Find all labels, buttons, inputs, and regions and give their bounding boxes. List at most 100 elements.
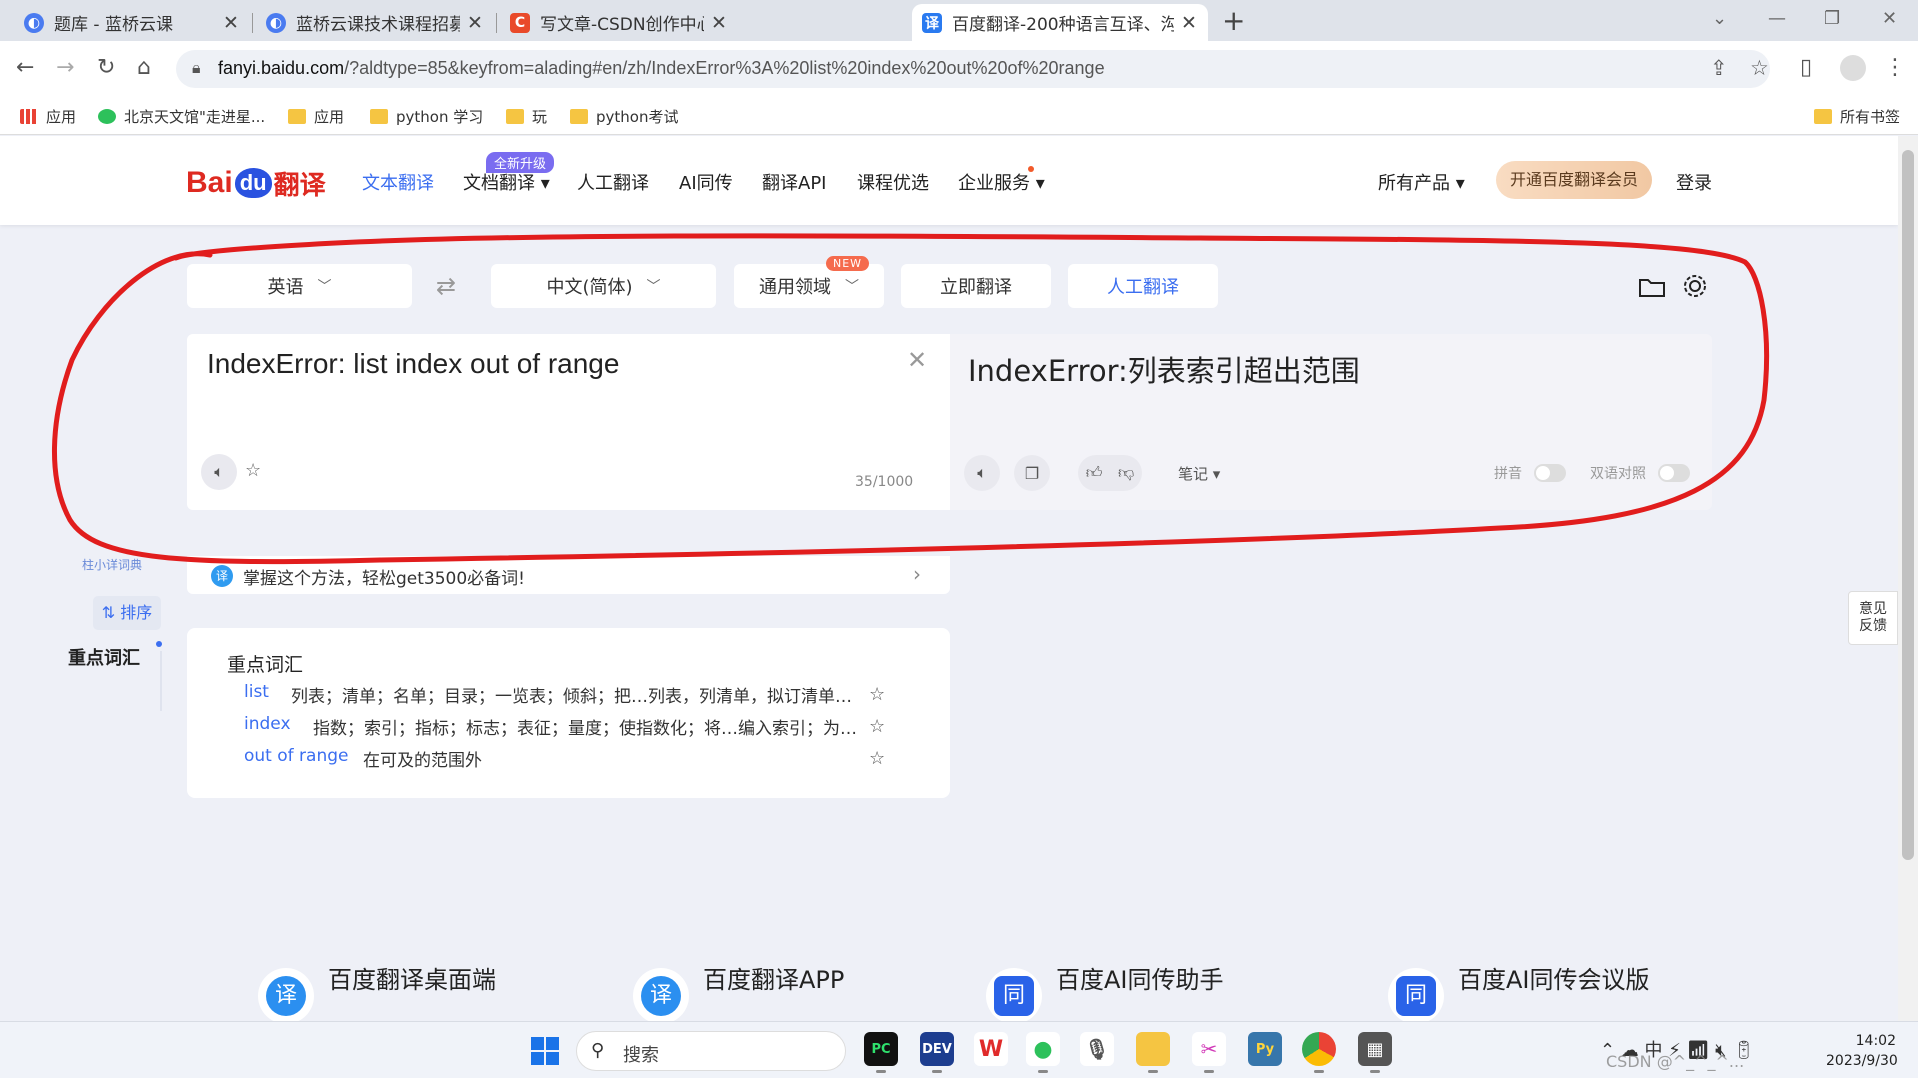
devcpp-icon[interactable]: DEV	[920, 1032, 954, 1073]
login-link[interactable]: 登录	[1676, 169, 1712, 195]
baidu-translate-logo[interactable]: Bai du 翻译	[186, 158, 326, 208]
star-icon[interactable]: ☆	[869, 748, 885, 769]
char-count: 35/1000	[855, 474, 914, 490]
sort-button[interactable]: ⇅ 排序	[93, 596, 161, 630]
app-mobile[interactable]: 译 百度翻译APP	[633, 966, 844, 1024]
menu-icon[interactable]: ⋮	[1884, 55, 1906, 81]
side-panel-icon[interactable]: ▯	[1800, 55, 1812, 81]
nav-enterprise[interactable]: 企业服务 ▾	[958, 169, 1045, 195]
vocab-word[interactable]: list	[244, 682, 269, 702]
translate-now-button[interactable]: 立即翻译	[901, 264, 1051, 308]
pycharm-icon[interactable]: PC	[864, 1032, 898, 1073]
vip-button[interactable]: 开通百度翻译会员	[1496, 161, 1652, 199]
app-desktop[interactable]: 译 百度翻译桌面端	[258, 966, 496, 1024]
all-bookmarks[interactable]: 所有书签	[1814, 106, 1900, 127]
back-icon[interactable]: ←	[16, 55, 34, 81]
swap-languages-icon[interactable]: ⇄	[436, 272, 456, 300]
nav-ai-interpret[interactable]: AI同传	[679, 169, 733, 195]
dictionary-link[interactable]: 柱小详词典	[82, 556, 142, 573]
snipping-tool-icon[interactable]: ✂	[1192, 1032, 1226, 1073]
target-language-select[interactable]: 中文(简体) ﹀	[491, 264, 716, 308]
promo-tip-text[interactable]: 掌握这个方法，轻松get3500必备词!	[243, 564, 525, 589]
windows-start-icon[interactable]	[530, 1036, 560, 1066]
url-text[interactable]: fanyi.baidu.com/?aldtype=85&keyfrom=alad…	[218, 58, 1105, 79]
star-icon[interactable]: ☆	[869, 716, 885, 737]
page-scrollbar[interactable]	[1898, 136, 1918, 1021]
gear-icon[interactable]	[1681, 272, 1709, 300]
bookmark-folder[interactable]: 玩	[506, 106, 547, 127]
notes-dropdown[interactable]: 笔记 ▾	[1178, 463, 1220, 484]
home-icon[interactable]: ⌂	[137, 55, 151, 81]
scrollbar-thumb[interactable]	[1902, 150, 1914, 860]
chrome-icon[interactable]	[1302, 1032, 1336, 1073]
target-text-area: IndexError:列表索引超出范围 🔈︎ ❐ 👍︎ 👎︎ 笔记 ▾ 拼音 双语…	[950, 334, 1712, 510]
folder-icon[interactable]	[1638, 276, 1666, 298]
nav-human-translate[interactable]: 人工翻译	[577, 169, 649, 195]
tab-search-icon[interactable]: ⌄	[1712, 8, 1727, 29]
pinyin-toggle[interactable]	[1534, 464, 1566, 482]
wechat-icon[interactable]: ●	[1026, 1032, 1060, 1073]
bookmark-apps[interactable]: 应用	[20, 106, 76, 127]
star-icon[interactable]: ☆	[245, 460, 261, 481]
minimize-icon[interactable]: —	[1768, 8, 1786, 29]
address-bar[interactable]: 🔒︎ fanyi.baidu.com/?aldtype=85&keyfrom=a…	[176, 50, 1770, 88]
bilingual-toggle[interactable]	[1658, 464, 1690, 482]
clear-icon[interactable]: ✕	[907, 346, 927, 374]
reload-icon[interactable]: ↻	[97, 55, 115, 81]
microphone-icon[interactable]: 🎙︎	[1080, 1032, 1114, 1066]
bookmark-folder[interactable]: python 学习	[370, 106, 483, 127]
speaker-icon[interactable]: 🔈︎	[964, 455, 1000, 491]
source-text[interactable]: IndexError: list index out of range	[207, 348, 619, 380]
browser-tab[interactable]: ◐ 题库 - 蓝桥云课 ✕	[14, 4, 250, 41]
bookmark-folder[interactable]: python考试	[570, 106, 678, 127]
restore-icon[interactable]: ❐	[1824, 8, 1840, 29]
taskbar-search[interactable]: ⚲ 搜索	[576, 1031, 846, 1071]
calculator-icon[interactable]: ▦	[1358, 1032, 1392, 1073]
bookmark-item[interactable]: 北京天文馆"走进星...	[98, 106, 265, 127]
all-products-menu[interactable]: 所有产品 ▾	[1378, 169, 1465, 195]
source-language-select[interactable]: 英语 ﹀	[187, 264, 412, 308]
forward-icon[interactable]: →	[56, 55, 74, 81]
app-ai-meeting[interactable]: 同 百度AI同传会议版	[1388, 966, 1650, 1024]
close-icon[interactable]: ✕	[222, 13, 240, 32]
close-icon[interactable]: ✕	[466, 13, 484, 32]
close-icon[interactable]: ✕	[710, 13, 728, 32]
bookmark-star-icon[interactable]: ☆	[1750, 56, 1769, 80]
python-icon[interactable]: Py	[1248, 1032, 1282, 1066]
human-translate-button[interactable]: 人工翻译	[1068, 264, 1218, 308]
clock[interactable]: 14:02 2023/9/30	[1826, 1031, 1898, 1071]
star-icon[interactable]: ☆	[869, 684, 885, 705]
browser-tab[interactable]: ◐ 蓝桥云课技术课程招募 - 蓝桥云 ✕	[256, 4, 494, 41]
browser-tab[interactable]: C 写文章-CSDN创作中心 ✕	[500, 4, 738, 41]
nav-text-translate[interactable]: 文本翻译	[362, 169, 434, 195]
new-tab-button[interactable]: +	[1222, 6, 1245, 36]
file-explorer-icon[interactable]	[1136, 1032, 1170, 1073]
promo-tip-bar[interactable]: 译 掌握这个方法，轻松get3500必备词! ›	[187, 556, 950, 594]
tab-strip: ◐ 题库 - 蓝桥云课 ✕ ◐ 蓝桥云课技术课程招募 - 蓝桥云 ✕ C 写文章…	[0, 0, 1918, 41]
app-ai-interpret[interactable]: 同 百度AI同传助手	[986, 966, 1224, 1024]
interpret-app-icon: 同	[986, 968, 1042, 1024]
browser-tab-active[interactable]: 译 百度翻译-200种语言互译、沟通 ✕	[912, 4, 1208, 41]
chevron-right-icon[interactable]: ›	[913, 562, 921, 586]
feedback-button[interactable]: 意见 反馈	[1848, 591, 1898, 645]
copy-icon[interactable]: ❐	[1014, 455, 1050, 491]
profile-avatar[interactable]	[1840, 55, 1866, 81]
site-info-icon[interactable]: 🔒︎	[192, 58, 201, 78]
source-text-area[interactable]: IndexError: list index out of range ✕ 🔈︎…	[187, 334, 950, 510]
wps-icon[interactable]: W	[974, 1032, 1008, 1066]
nav-translate-api[interactable]: 翻译API	[762, 169, 826, 195]
wechat-icon	[98, 109, 116, 124]
close-window-icon[interactable]: ✕	[1882, 8, 1897, 29]
speaker-icon[interactable]: 🔈︎	[201, 454, 237, 490]
bookmark-folder[interactable]: 应用	[288, 106, 344, 127]
close-icon[interactable]: ✕	[1180, 13, 1198, 32]
vocab-word[interactable]: out of range	[244, 746, 348, 766]
thumbs-down-icon[interactable]: 👎︎	[1118, 463, 1134, 483]
share-icon[interactable]: ⇪	[1710, 56, 1728, 80]
thumbs-up-icon[interactable]: 👍︎	[1086, 463, 1103, 483]
translated-text: IndexError:列表索引超出范围	[968, 354, 1360, 388]
thumbs-up-icon[interactable]: 👍︎ 👎︎	[1078, 455, 1142, 491]
sidebar-item-vocab[interactable]: 重点词汇	[68, 644, 140, 670]
nav-courses[interactable]: 课程优选	[857, 169, 929, 195]
vocab-word[interactable]: index	[244, 714, 291, 734]
